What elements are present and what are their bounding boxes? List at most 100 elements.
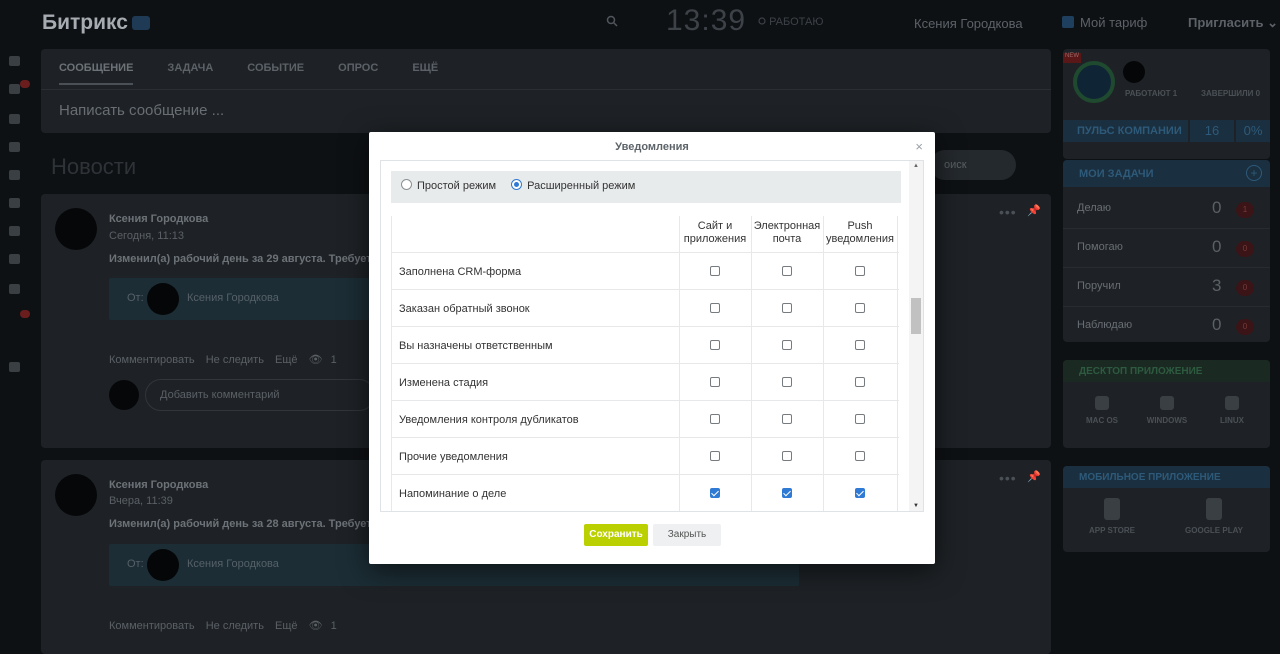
invite-button[interactable]: Пригласить ⌄	[1188, 15, 1278, 31]
comment-link[interactable]: Комментировать	[109, 620, 195, 632]
comment-link[interactable]: Комментировать	[109, 354, 195, 366]
calendar-icon[interactable]	[9, 142, 20, 152]
checkbox-email[interactable]	[782, 451, 792, 461]
avatar[interactable]	[55, 208, 97, 250]
task-row[interactable]: Делаю 0 1	[1063, 190, 1270, 229]
tab-event[interactable]: СОБЫТИЕ	[247, 62, 304, 85]
checkbox-push[interactable]	[855, 303, 865, 313]
tab-task[interactable]: ЗАДАЧА	[167, 62, 213, 85]
checkbox-email[interactable]	[782, 414, 792, 424]
pulse-gauge[interactable]	[1073, 61, 1115, 103]
scroll-down-arrow-icon[interactable]: ▼	[913, 503, 919, 509]
avatar[interactable]	[1123, 61, 1145, 83]
search-icon[interactable]	[606, 14, 618, 30]
app-logo[interactable]: Битрикс	[42, 11, 150, 35]
comment-input[interactable]: Добавить комментарий	[145, 379, 375, 411]
from-name[interactable]: Ксения Городкова	[187, 558, 279, 570]
scrollbar[interactable]: ▲ ▼	[909, 161, 923, 511]
download-macos[interactable]: MAC OS	[1077, 396, 1127, 425]
checkbox-push[interactable]	[855, 488, 865, 498]
sites-icon[interactable]	[9, 226, 20, 236]
user-menu[interactable]: Ксения Городкова	[914, 16, 1023, 31]
download-windows[interactable]: WINDOWS	[1141, 396, 1193, 425]
help-icon[interactable]	[9, 362, 20, 372]
views-count: 1	[330, 354, 337, 366]
checkbox-site[interactable]	[710, 377, 720, 387]
menu-toggle-icon[interactable]	[9, 56, 20, 66]
task-row[interactable]: Наблюдаю 0 0	[1063, 307, 1270, 346]
checkbox-email[interactable]	[782, 303, 792, 313]
unfollow-link[interactable]: Не следить	[206, 620, 264, 632]
left-menu	[0, 46, 30, 654]
divider	[391, 216, 392, 511]
mode-advanced-option[interactable]: Расширенный режим	[511, 179, 635, 192]
tab-message[interactable]: СООБЩЕНИЕ	[59, 62, 134, 85]
tab-more[interactable]: ЕЩЁ	[412, 62, 438, 85]
contacts-icon[interactable]	[9, 254, 20, 264]
avatar[interactable]	[55, 474, 97, 516]
post-date[interactable]: Вчера, 11:39	[109, 495, 173, 507]
feed-icon[interactable]	[9, 84, 20, 94]
close-button[interactable]: Закрыть	[653, 524, 721, 546]
post-author[interactable]: Ксения Городкова	[109, 213, 208, 225]
checkbox-email[interactable]	[782, 488, 792, 498]
checkbox-push[interactable]	[855, 266, 865, 276]
checkbox-site[interactable]	[710, 488, 720, 498]
more-dots-icon[interactable]: •••	[999, 204, 1017, 220]
post-date[interactable]: Сегодня, 11:13	[109, 230, 184, 242]
save-button[interactable]: Сохранить	[584, 524, 648, 546]
checkbox-site[interactable]	[710, 266, 720, 276]
checkbox-email[interactable]	[782, 266, 792, 276]
checkbox-email[interactable]	[782, 377, 792, 387]
finished-count[interactable]: ЗАВЕРШИЛИ 0	[1201, 89, 1260, 98]
checkbox-site[interactable]	[710, 303, 720, 313]
checkbox-push[interactable]	[855, 340, 865, 350]
checkbox-site[interactable]	[710, 414, 720, 424]
avatar[interactable]	[147, 549, 179, 581]
work-status[interactable]: РАБОТАЮ	[758, 16, 823, 28]
mode-advanced-radio[interactable]	[511, 179, 523, 190]
checkbox-push[interactable]	[855, 451, 865, 461]
pulse-label: ПУЛЬС КОМПАНИИ	[1063, 120, 1188, 142]
more-dots-icon[interactable]: •••	[999, 470, 1017, 486]
tasks-title[interactable]: МОИ ЗАДАЧИ	[1063, 160, 1270, 187]
scroll-up-arrow-icon[interactable]: ▲	[913, 163, 919, 169]
tariff-link[interactable]: Мой тариф	[1062, 15, 1147, 30]
checkbox-email[interactable]	[782, 340, 792, 350]
clock[interactable]: 13:39	[666, 4, 746, 38]
feed-search-input[interactable]: оиск	[930, 150, 1016, 180]
mode-simple-radio[interactable]	[401, 179, 412, 190]
scrollbar-thumb[interactable]	[911, 298, 921, 334]
unfollow-link[interactable]: Не следить	[206, 354, 264, 366]
mobile-title: МОБИЛЬНОЕ ПРИЛОЖЕНИЕ	[1063, 466, 1270, 488]
task-row[interactable]: Поручил 3 0	[1063, 268, 1270, 307]
download-app-store[interactable]: APP STORE	[1079, 498, 1145, 535]
download-linux[interactable]: LINUX	[1207, 396, 1257, 425]
from-name[interactable]: Ксения Городкова	[187, 292, 279, 304]
pin-icon[interactable]: 📌	[1027, 470, 1042, 483]
checkbox-site[interactable]	[710, 340, 720, 350]
post-author[interactable]: Ксения Городкова	[109, 479, 208, 491]
close-icon[interactable]: ×	[915, 139, 923, 154]
avatar[interactable]	[147, 283, 179, 315]
crm-icon[interactable]	[9, 198, 20, 208]
mode-simple-option[interactable]: Простой режим	[401, 179, 496, 192]
download-google-play[interactable]: GOOGLE PLAY	[1179, 498, 1249, 535]
more-link[interactable]: Ещё	[275, 354, 298, 366]
checkbox-push[interactable]	[855, 414, 865, 424]
checkbox-push[interactable]	[855, 377, 865, 387]
company-pulse[interactable]: ПУЛЬС КОМПАНИИ 16 0%	[1063, 120, 1270, 142]
shop-icon[interactable]	[9, 284, 20, 294]
scroll-area[interactable]: Простой режим Расширенный режим Сайт и пр…	[381, 161, 909, 511]
message-input[interactable]: Написать сообщение ...	[59, 102, 224, 119]
drive-icon[interactable]	[9, 170, 20, 180]
more-link[interactable]: Ещё	[275, 620, 298, 632]
tab-poll[interactable]: ОПРОС	[338, 62, 378, 85]
divider	[679, 216, 680, 511]
pin-icon[interactable]: 📌	[1027, 204, 1042, 217]
checkbox-site[interactable]	[710, 451, 720, 461]
add-task-icon[interactable]: +	[1246, 165, 1262, 181]
tasks-icon[interactable]	[9, 114, 20, 124]
working-count[interactable]: РАБОТАЮТ 1	[1125, 89, 1177, 98]
task-row[interactable]: Помогаю 0 0	[1063, 229, 1270, 268]
